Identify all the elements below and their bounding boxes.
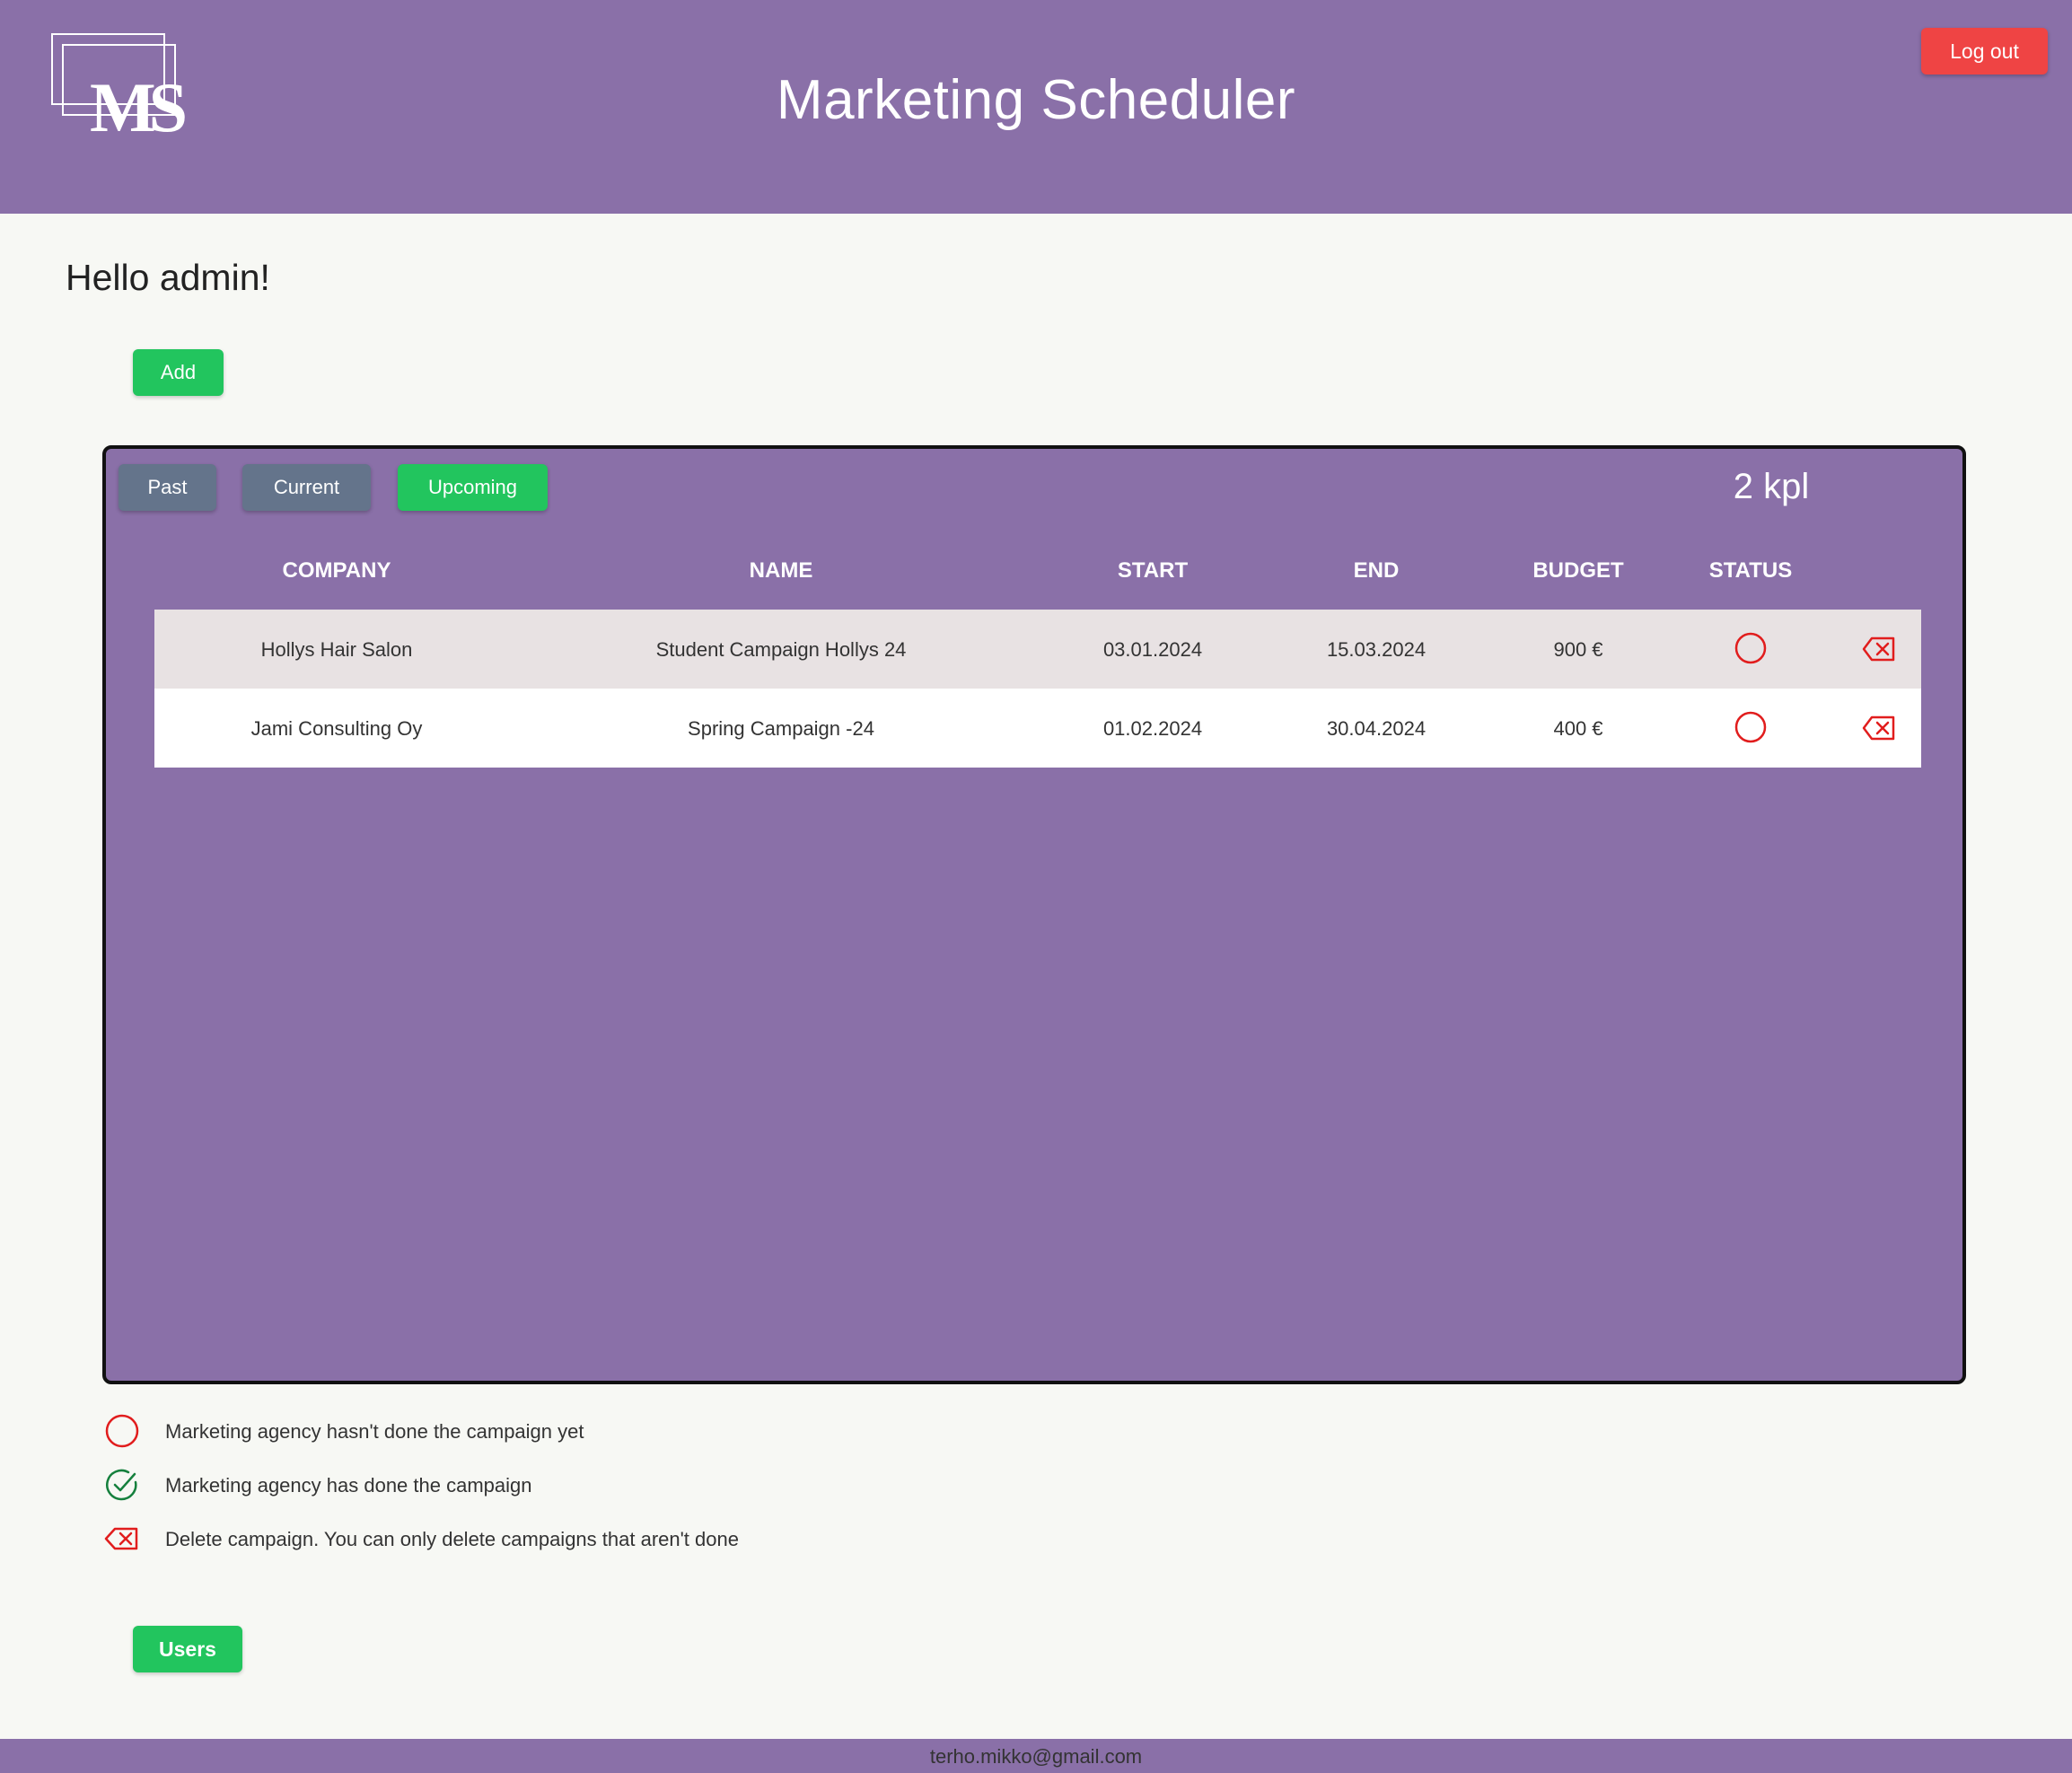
legend-not-done: Marketing agency hasn't done the campaig… xyxy=(104,1413,1002,1453)
cell-name: Spring Campaign -24 xyxy=(688,717,874,740)
not-done-icon[interactable] xyxy=(1734,710,1768,744)
filter-current-button[interactable]: Current xyxy=(242,464,371,511)
greeting: Hello admin! xyxy=(66,257,270,298)
add-button[interactable]: Add xyxy=(133,349,224,396)
not-done-icon[interactable] xyxy=(1734,631,1768,665)
column-header-name[interactable]: NAME xyxy=(750,558,813,584)
delete-icon[interactable] xyxy=(1862,636,1896,663)
logout-button[interactable]: Log out xyxy=(1921,28,2048,75)
table-header: COMPANY NAME START END BUDGET STATUS xyxy=(154,558,1921,594)
legend-not-done-text: Marketing agency hasn't done the campaig… xyxy=(165,1420,584,1443)
cell-company: Jami Consulting Oy xyxy=(250,717,423,740)
table-row[interactable]: Jami Consulting Oy Spring Campaign -24 0… xyxy=(154,689,1921,768)
cell-budget: 900 € xyxy=(1553,638,1603,661)
cell-budget: 400 € xyxy=(1553,717,1603,740)
table-row[interactable]: Hollys Hair Salon Student Campaign Holly… xyxy=(154,610,1921,689)
cell-end: 15.03.2024 xyxy=(1326,638,1427,661)
footer-email: terho.mikko@gmail.com xyxy=(929,1745,1143,1768)
column-header-end[interactable]: END xyxy=(1354,558,1400,584)
cell-company: Hollys Hair Salon xyxy=(260,638,413,661)
cell-end: 30.04.2024 xyxy=(1326,717,1427,740)
app-header: MS Marketing Scheduler Log out xyxy=(0,0,2072,214)
campaign-count: 2 kpl xyxy=(1733,467,1810,506)
legend-done: Marketing agency has done the campaign xyxy=(104,1467,1002,1506)
cell-name: Student Campaign Hollys 24 xyxy=(655,638,907,661)
column-header-company[interactable]: COMPANY xyxy=(283,558,391,584)
campaigns-panel: Past Current Upcoming 2 kpl COMPANY NAME… xyxy=(102,445,1966,1384)
cell-start: 01.02.2024 xyxy=(1102,717,1203,740)
users-button[interactable]: Users xyxy=(133,1626,242,1672)
legend-done-text: Marketing agency has done the campaign xyxy=(165,1474,532,1497)
footer: terho.mikko@gmail.com xyxy=(0,1739,2072,1773)
column-header-status[interactable]: STATUS xyxy=(1709,558,1792,584)
legend-delete: Delete campaign. You can only delete cam… xyxy=(104,1521,1002,1560)
filter-past-button[interactable]: Past xyxy=(119,464,216,511)
check-circle-icon xyxy=(106,1469,137,1501)
table-body: Hollys Hair Salon Student Campaign Holly… xyxy=(154,610,1921,768)
filter-upcoming-button[interactable]: Upcoming xyxy=(398,464,548,511)
legend-delete-text: Delete campaign. You can only delete cam… xyxy=(165,1528,739,1550)
app-title: Marketing Scheduler xyxy=(776,69,1296,131)
delete-icon xyxy=(104,1527,138,1550)
column-header-budget[interactable]: BUDGET xyxy=(1532,558,1623,584)
column-header-start[interactable]: START xyxy=(1118,558,1188,584)
cell-start: 03.01.2024 xyxy=(1102,638,1203,661)
not-done-icon xyxy=(105,1414,139,1448)
delete-icon[interactable] xyxy=(1862,715,1896,742)
